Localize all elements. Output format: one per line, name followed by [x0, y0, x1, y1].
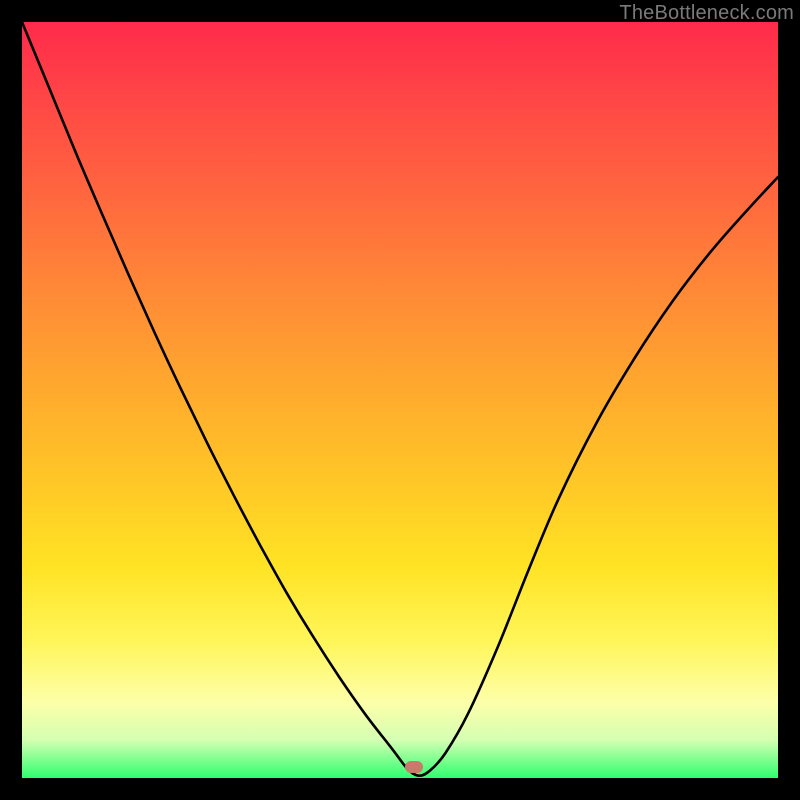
- optimal-point-marker: [405, 761, 423, 773]
- watermark-text: TheBottleneck.com: [619, 2, 794, 25]
- chart-frame: TheBottleneck.com: [0, 0, 800, 800]
- plot-area: [22, 22, 778, 778]
- bottleneck-curve: [22, 22, 778, 778]
